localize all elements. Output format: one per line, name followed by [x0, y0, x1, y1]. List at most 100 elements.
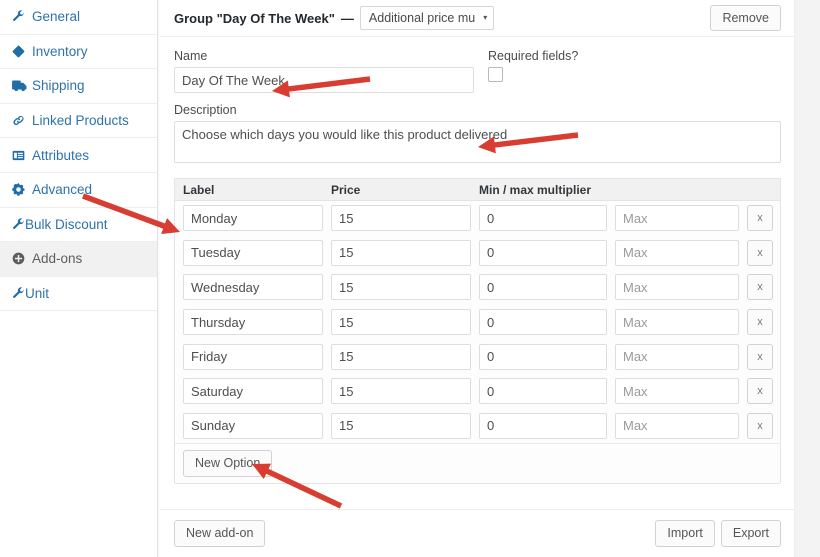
- sidebar-item-advanced[interactable]: Advanced: [0, 173, 157, 208]
- option-min-input[interactable]: [479, 274, 607, 301]
- sidebar-item-shipping[interactable]: Shipping: [0, 69, 157, 104]
- option-min-cell: [479, 274, 615, 301]
- group-title-dash: —: [340, 10, 354, 26]
- group-title: Group "Day Of The Week": [174, 10, 335, 26]
- sidebar-item-label: Linked Products: [32, 113, 129, 129]
- remove-option-cell: x: [747, 274, 777, 301]
- addon-type-select-value: Additional price mu: [368, 11, 476, 25]
- sidebar-item-label: Bulk Discount: [25, 216, 108, 232]
- option-price-input[interactable]: [331, 274, 471, 301]
- tag-icon: [12, 45, 32, 58]
- remove-option-button[interactable]: x: [747, 343, 773, 370]
- remove-option-button[interactable]: x: [747, 378, 773, 405]
- new-addon-button[interactable]: New add-on: [174, 520, 266, 547]
- remove-group-button[interactable]: Remove: [710, 4, 781, 32]
- option-label-input[interactable]: [183, 412, 323, 439]
- option-label-cell: [183, 205, 331, 232]
- table-row: x: [175, 305, 780, 340]
- required-fields-group: Required fields?: [488, 49, 578, 82]
- wrench-icon: [12, 218, 25, 231]
- name-and-required-row: Name Required fields?: [174, 49, 781, 93]
- option-min-input[interactable]: [479, 309, 607, 336]
- option-max-cell: [615, 205, 747, 232]
- sidebar-item-general[interactable]: General: [0, 0, 157, 35]
- option-max-input[interactable]: [615, 205, 739, 232]
- remove-option-button[interactable]: x: [747, 412, 773, 439]
- option-price-input[interactable]: [331, 309, 471, 336]
- sidebar-item-label: Unit: [25, 286, 50, 302]
- option-min-cell: [479, 343, 615, 370]
- name-input[interactable]: [174, 67, 474, 93]
- new-option-button[interactable]: New Option: [183, 450, 273, 478]
- option-max-cell: [615, 343, 747, 370]
- remove-option-button[interactable]: x: [747, 309, 773, 336]
- option-min-cell: [479, 205, 615, 232]
- sidebar-item-label: General: [32, 9, 81, 25]
- option-price-cell: [331, 274, 479, 301]
- table-row: x: [175, 236, 780, 271]
- remove-option-cell: x: [747, 412, 777, 439]
- option-min-input[interactable]: [479, 205, 607, 232]
- option-max-input[interactable]: [615, 274, 739, 301]
- option-label-input[interactable]: [183, 274, 323, 301]
- option-max-cell: [615, 378, 747, 405]
- sidebar-item-bulk-discount[interactable]: Bulk Discount: [0, 208, 157, 243]
- option-max-input[interactable]: [615, 309, 739, 336]
- option-min-input[interactable]: [479, 239, 607, 266]
- addons-content-area: Group "Day Of The Week" — Additional pri…: [158, 0, 820, 557]
- option-label-cell: [183, 343, 331, 370]
- product-data-panel: General Inventory Shipping Linked Products A…: [0, 0, 820, 557]
- addon-group-panel: Group "Day Of The Week" — Additional pri…: [160, 0, 795, 557]
- sidebar-item-attributes[interactable]: Attributes: [0, 138, 157, 173]
- option-label-cell: [183, 309, 331, 336]
- option-price-input[interactable]: [331, 205, 471, 232]
- option-max-input[interactable]: [615, 412, 739, 439]
- option-label-cell: [183, 239, 331, 266]
- remove-option-button[interactable]: x: [747, 274, 773, 301]
- option-min-input[interactable]: [479, 412, 607, 439]
- link-icon: [12, 114, 32, 127]
- sidebar-item-label: Attributes: [32, 147, 90, 163]
- remove-option-button[interactable]: x: [747, 239, 773, 266]
- option-min-cell: [479, 412, 615, 439]
- option-price-input[interactable]: [331, 412, 471, 439]
- option-max-input[interactable]: [615, 378, 739, 405]
- export-button[interactable]: Export: [720, 520, 781, 547]
- sidebar-item-label: Shipping: [32, 78, 85, 94]
- option-max-cell: [615, 274, 747, 301]
- option-label-input[interactable]: [183, 343, 323, 370]
- option-label-input[interactable]: [183, 309, 323, 336]
- description-field-group: Description: [174, 103, 781, 166]
- name-field-group: Name: [174, 49, 474, 93]
- required-fields-checkbox[interactable]: [488, 67, 503, 82]
- option-price-input[interactable]: [331, 378, 471, 405]
- option-label-input[interactable]: [183, 239, 323, 266]
- option-max-input[interactable]: [615, 239, 739, 266]
- option-price-input[interactable]: [331, 343, 471, 370]
- group-header: Group "Day Of The Week" — Additional pri…: [160, 0, 795, 37]
- option-min-input[interactable]: [479, 343, 607, 370]
- import-button[interactable]: Import: [655, 520, 715, 547]
- sidebar-item-inventory[interactable]: Inventory: [0, 35, 157, 70]
- sidebar-item-label: Add-ons: [32, 251, 83, 267]
- sidebar-item-unit[interactable]: Unit: [0, 277, 157, 312]
- option-label-input[interactable]: [183, 378, 323, 405]
- sidebar-item-linked-products[interactable]: Linked Products: [0, 104, 157, 139]
- table-row: x: [175, 201, 780, 236]
- description-textarea[interactable]: [174, 121, 781, 163]
- option-max-input[interactable]: [615, 343, 739, 370]
- column-header-label: Label: [183, 182, 215, 197]
- option-price-cell: [331, 239, 479, 266]
- remove-option-button[interactable]: x: [747, 205, 773, 232]
- addon-type-select[interactable]: Additional price mu ▾: [359, 6, 495, 30]
- right-gutter: [794, 0, 820, 557]
- option-price-input[interactable]: [331, 239, 471, 266]
- column-header-price: Price: [331, 182, 361, 197]
- option-min-input[interactable]: [479, 378, 607, 405]
- option-price-cell: [331, 309, 479, 336]
- option-min-cell: [479, 309, 615, 336]
- option-label-input[interactable]: [183, 205, 323, 232]
- sidebar-item-add-ons[interactable]: Add-ons: [0, 242, 157, 277]
- option-min-cell: [479, 239, 615, 266]
- addons-footer: New add-on Import Export: [160, 509, 795, 557]
